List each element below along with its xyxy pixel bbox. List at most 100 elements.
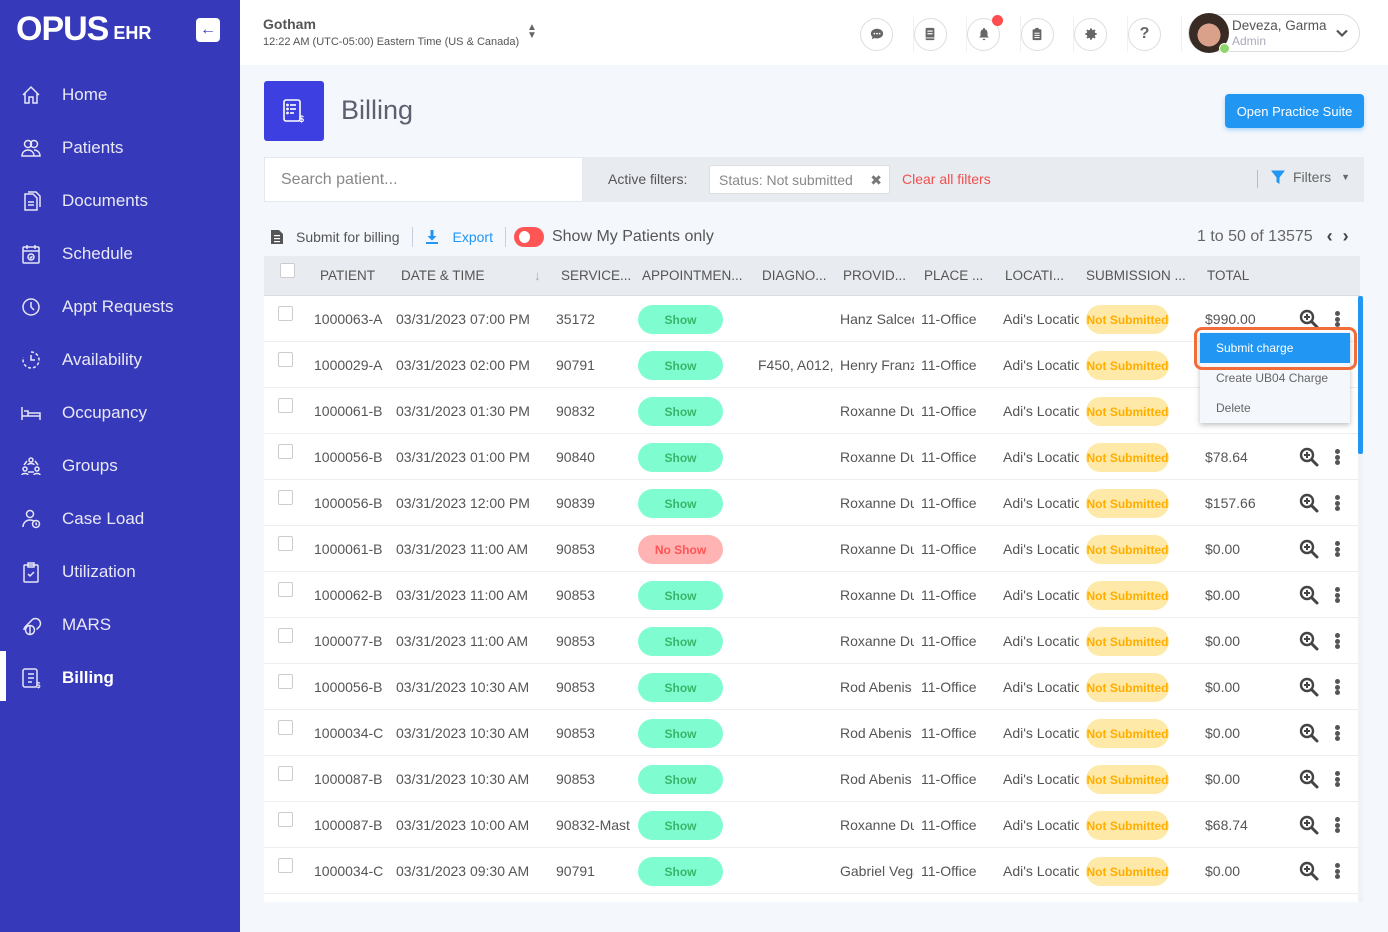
view-details-button[interactable] (1299, 815, 1319, 835)
row-more-actions-button[interactable] (1329, 861, 1345, 881)
sidebar-item-utilization[interactable]: Utilization (0, 545, 240, 598)
book-button[interactable] (913, 17, 947, 51)
row-checkbox[interactable] (278, 582, 293, 597)
appointment-status-badge: Show (638, 811, 723, 840)
column-header-location[interactable]: LOCATI... (1005, 268, 1064, 283)
row-more-actions-button[interactable] (1329, 447, 1345, 467)
row-checkbox[interactable] (278, 536, 293, 551)
sidebar-item-patients[interactable]: Patients (0, 121, 240, 174)
create-ub04-charge-menu-item[interactable]: Create UB04 Charge (1200, 363, 1350, 393)
row-more-actions-button[interactable] (1329, 585, 1345, 605)
row-more-actions-button[interactable] (1329, 723, 1345, 743)
row-checkbox[interactable] (278, 766, 293, 781)
table-row[interactable]: 1000056-B 03/31/2023 01:00 PM 90840 Roxanne… (264, 434, 1360, 480)
more-vertical-icon-dot (1334, 822, 1340, 828)
row-checkbox[interactable] (278, 306, 293, 321)
open-practice-suite-button[interactable]: Open Practice Suite (1225, 94, 1364, 128)
search-patient-input[interactable] (264, 157, 583, 202)
sidebar-item-case-load[interactable]: Case Load (0, 492, 240, 545)
filters-dropdown-button[interactable]: Filters ▼ (1270, 169, 1350, 185)
table-row[interactable]: 1000034-C 03/31/2023 09:30 AM 90791 Gabriel… (264, 848, 1360, 894)
sidebar-item-schedule[interactable]: Schedule (0, 227, 240, 280)
row-more-actions-button[interactable] (1329, 309, 1345, 329)
table-scrollbar-thumb[interactable] (1358, 296, 1363, 454)
settings-button[interactable] (1074, 17, 1108, 51)
row-more-actions-button[interactable] (1329, 677, 1345, 697)
row-more-actions-button[interactable] (1329, 539, 1345, 559)
table-row[interactable]: 1000061-B 03/31/2023 01:30 PM 90832 Roxanne… (264, 388, 1360, 434)
row-more-actions-button[interactable] (1329, 631, 1345, 651)
table-row[interactable]: 1000062-B 03/31/2023 11:00 AM 90853 Roxanne… (264, 572, 1360, 618)
view-details-button[interactable] (1299, 861, 1319, 881)
export-button[interactable]: Export (425, 229, 493, 245)
table-row[interactable]: 1000029-A 03/31/2023 02:00 PM 90791 F450, A… (264, 342, 1360, 388)
table-row[interactable]: 1000063-A 03/31/2023 07:00 PM 35172 Hanz Sa… (264, 296, 1360, 342)
submit-for-billing-button[interactable]: Submit for billing (270, 229, 400, 245)
view-details-button[interactable] (1299, 631, 1319, 651)
sidebar-item-appt-requests[interactable]: Appt Requests (0, 280, 240, 333)
column-header-submission[interactable]: SUBMISSION ... (1086, 268, 1186, 283)
row-checkbox[interactable] (278, 444, 293, 459)
table-row[interactable]: 1000056-B 03/31/2023 10:30 AM 90853 Rod Abe… (264, 664, 1360, 710)
notifications-button[interactable] (967, 14, 1004, 51)
select-all-checkbox[interactable] (280, 263, 295, 278)
sidebar-item-documents[interactable]: Documents (0, 174, 240, 227)
table-row[interactable]: 1000061-B 03/31/2023 11:00 AM 90853 Roxanne… (264, 526, 1360, 572)
row-more-actions-button[interactable] (1329, 493, 1345, 513)
table-row[interactable]: 1000034-C 03/31/2023 10:30 AM 90853 Rod Abe… (264, 710, 1360, 756)
row-checkbox[interactable] (278, 352, 293, 367)
row-more-actions-button[interactable] (1329, 769, 1345, 789)
opus-ehr-logo[interactable]: OPUS EHR (16, 12, 151, 46)
sidebar-item-availability[interactable]: Availability (0, 333, 240, 386)
view-details-button[interactable] (1299, 447, 1319, 467)
view-details-button[interactable] (1299, 585, 1319, 605)
remove-filter-icon[interactable]: ✖ (870, 172, 882, 189)
table-row[interactable]: 1000087-B 03/31/2023 10:30 AM 90853 Rod Abe… (264, 756, 1360, 802)
row-checkbox[interactable] (278, 490, 293, 505)
column-header-provider[interactable]: PROVID... (843, 268, 906, 283)
column-header-place[interactable]: PLACE ... (924, 268, 983, 283)
view-details-button[interactable] (1299, 677, 1319, 697)
sidebar-item-home[interactable]: Home (0, 68, 240, 121)
view-details-button[interactable] (1299, 309, 1319, 329)
row-checkbox[interactable] (278, 398, 293, 413)
clear-all-filters-link[interactable]: Clear all filters (902, 171, 991, 187)
column-header-date-time[interactable]: DATE & TIME (401, 268, 485, 283)
column-header-appointment[interactable]: APPOINTMEN... (642, 268, 743, 283)
user-menu[interactable]: Deveza, Garma Admin (1188, 13, 1360, 54)
view-details-button[interactable] (1299, 539, 1319, 559)
row-checkbox[interactable] (278, 674, 293, 689)
table-row[interactable]: 1000087-B 03/31/2023 10:00 AM 90832-Mast Ro… (264, 802, 1360, 848)
view-details-button[interactable] (1299, 723, 1319, 743)
delete-menu-item[interactable]: Delete (1200, 393, 1350, 423)
column-header-service[interactable]: SERVICE... (561, 268, 631, 283)
table-row[interactable]: 1000056-B 03/31/2023 12:00 PM 90839 Roxanne… (264, 480, 1360, 526)
column-header-total[interactable]: TOTAL (1207, 268, 1249, 283)
help-icon: ? (1139, 25, 1150, 42)
row-checkbox[interactable] (278, 812, 293, 827)
sidebar-item-billing[interactable]: $ Billing (0, 651, 240, 704)
help-button[interactable]: ? (1127, 17, 1161, 51)
next-page-button[interactable]: › (1343, 226, 1349, 247)
row-checkbox[interactable] (278, 628, 293, 643)
previous-page-button[interactable]: ‹ (1327, 226, 1333, 247)
table-row[interactable]: 1000077-B 03/31/2023 11:00 AM 90853 Roxanne… (264, 618, 1360, 664)
sidebar-item-groups[interactable]: Groups (0, 439, 240, 492)
sort-desc-icon[interactable]: ↓ (534, 268, 541, 283)
view-details-button[interactable] (1299, 769, 1319, 789)
tasks-button[interactable] (1020, 17, 1054, 51)
view-details-button[interactable] (1299, 493, 1319, 513)
row-more-actions-button[interactable] (1329, 815, 1345, 835)
row-checkbox[interactable] (278, 858, 293, 873)
chat-button[interactable] (860, 17, 893, 51)
submit-charge-menu-item[interactable]: Submit charge (1200, 333, 1350, 363)
column-header-diagnosis[interactable]: DIAGNO... (762, 268, 827, 283)
show-my-patients-toggle[interactable] (513, 227, 544, 247)
row-checkbox[interactable] (278, 720, 293, 735)
cell-date-time: 03/31/2023 01:30 PM (396, 403, 530, 419)
organization-switcher[interactable]: ▲ ▼ (527, 23, 537, 41)
sidebar-item-occupancy[interactable]: Occupancy (0, 386, 240, 439)
collapse-sidebar-button[interactable]: ← (196, 18, 220, 42)
column-header-patient[interactable]: PATIENT (320, 268, 375, 283)
sidebar-item-mars[interactable]: MARS (0, 598, 240, 651)
